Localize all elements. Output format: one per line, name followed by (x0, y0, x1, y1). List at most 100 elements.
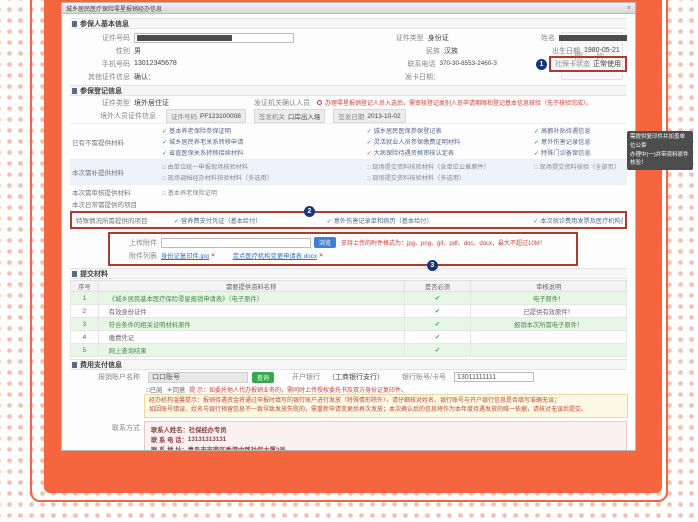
upload-label: 上传附件 (113, 238, 157, 248)
row-number: 2 (71, 305, 99, 318)
audit-note: 电子原件！ (471, 292, 627, 305)
section-header-payment: 费用支付信息 (70, 359, 627, 370)
row-number: 4 (71, 331, 99, 344)
required-checkmark-icon: ✔ (404, 344, 471, 357)
table-row[interactable]: 5 网上查询结果 ✔ (71, 344, 627, 357)
checked-material-item[interactable]: 意外伤害记录信息 (534, 137, 627, 146)
checked-material-item[interactable]: 灵活就业人员参保缴费证明材料 (367, 137, 534, 146)
attachment-link[interactable]: 定点医疗机构变更申请表.docx (233, 251, 317, 260)
contact-line-value: 青岛市市南区香港中路社保大厦2号 (188, 445, 286, 452)
section-icon-register (72, 88, 77, 94)
foreign-cert-label: 境外人员证件信息 (70, 111, 156, 121)
contact-label: 联系方式 (70, 421, 140, 451)
contact-line-label: 联系人姓名： (151, 425, 189, 434)
browse-button[interactable]: 浏览 (314, 237, 336, 248)
checked-material-item[interactable]: 高额补贴待遇信息 (534, 126, 627, 135)
col-required: 是否必须 (404, 281, 471, 292)
window-title: 城乡居民医疗保险零星报销经办信息 (66, 4, 627, 13)
radio-icon[interactable] (317, 100, 322, 105)
agree-note: 提 示：如委托他人代办报销业务的，需同时上传授权委托书及双方身份证复印件。 (189, 385, 407, 394)
foreign-field-label: 证件号码 (171, 111, 197, 121)
card-status-annotated-box: 1 社保卡状态 正常使用 (549, 56, 627, 72)
daily-label: 本次日常需提供的项目 (70, 199, 162, 209)
special-checked-item[interactable]: 营养费支付凭证（基本给付） (174, 216, 327, 225)
unchecked-material-item[interactable]: 现场提交资料核验（全部页） (534, 162, 627, 171)
special-checked-item[interactable]: 意外伤害记录单和病历（基本给付） (327, 216, 534, 225)
agree-checkbox[interactable]: □已阅 (146, 385, 162, 394)
group-audit-materials: 本次需审核提供材料 基本养老保险证明 (70, 184, 627, 199)
foreign-field-label: 签发日期 (338, 111, 364, 121)
card-number-input[interactable]: 13011111111 (454, 372, 534, 382)
checked-material-item[interactable]: 城乡居民医保参保登记表 (367, 126, 534, 135)
section-title-materials: 提交材料 (80, 269, 108, 279)
checked-material-item[interactable]: 基本养老保险参保证明 (162, 126, 367, 135)
checked-material-item[interactable]: 大病保险待遇资格审核认定表 (367, 148, 534, 157)
register-row-type: 证件类型 境外居住证 发证机关确认人员 办理零星报销登记人员入选后，需审核登记类… (70, 96, 627, 109)
checked-material-item[interactable]: 特殊门诊备案信息 (534, 148, 627, 157)
annotation-badge-1: 1 (536, 59, 547, 70)
unchecked-material-item[interactable]: 由单位统一申报现场核验材料 (162, 162, 367, 171)
group-need-label: 本次需补提供材料 (70, 167, 162, 177)
group-need-items: 由单位统一申报现场核验材料现场提交资料核验材料（含单位公章原件）现场提交资料核验… (162, 162, 627, 182)
bank-value: （工商银行支行） (328, 372, 384, 382)
section-icon-materials (72, 271, 77, 277)
contact-line-value: 社保经办专员 (189, 425, 227, 434)
unchecked-material-item[interactable]: 现场调档经办材料核验材料（多选用） (162, 173, 367, 182)
id-number-input[interactable] (134, 33, 294, 43)
checked-material-item[interactable]: 城乡居民养老关系转移申请 (162, 137, 367, 146)
special-checked-item[interactable]: 本次就诊费用发票及医疗机构盖章的有效证明材料 (533, 216, 623, 225)
unchecked-material-item[interactable]: 现场提交资料核验材料（多选用） (367, 173, 534, 182)
section-title-payment: 费用支付信息 (80, 360, 122, 370)
dialog-content: 参保人基本信息 照 片 证件号码 证件类型 身份证 姓名 (62, 14, 635, 451)
close-icon[interactable]: × (627, 5, 631, 12)
mobile-value: 13012345678 (134, 60, 177, 67)
query-button[interactable]: 查询 (252, 372, 274, 383)
group-need-materials: 本次需补提供材料 由单位统一申报现场核验材料现场提交资料核验材料（含单位公章原件… (70, 159, 627, 184)
table-row[interactable]: 3 符合条件的相关证明材料原件 ✔ 报销本次所需电子原件！ (71, 318, 627, 331)
section-header-register: 参保登记信息 (70, 85, 627, 96)
phone-label: 联系电话 (365, 59, 435, 69)
reg-type-value: 境外居住证 (134, 98, 254, 108)
materials-header-row: 序号 需要提供资料名称 是否必须 审核说明 (71, 281, 627, 292)
annotation-badge-3: 3 (427, 260, 438, 271)
birth-value: 1980-05-21 (584, 47, 620, 54)
foreign-field[interactable]: 签发机关 口岸出入境 (254, 109, 326, 123)
foreign-field[interactable]: 证件号码 PF123100008 (166, 109, 246, 123)
contact-line-label: 联 系 地 址： (151, 445, 188, 452)
material-name: 《城乡居民基本医疗保险零星报销申请表》（电子原件） (98, 292, 404, 305)
attachment-list: 身份证复印件.jpg × 定点医疗机构变更申请表.docx × (161, 251, 341, 260)
remove-attachment-icon[interactable]: × (211, 252, 215, 259)
row-number: 5 (71, 344, 99, 357)
remove-attachment-icon[interactable]: × (319, 252, 323, 259)
foreign-cert-fields: 证件号码 PF123100008 签发机关 口岸出入境 签发日期 2013-10… (166, 109, 406, 123)
unchecked-material-item[interactable]: 现场提交资料核验材料（含单位公章原件） (367, 162, 534, 171)
required-checkmark-icon: ✔ (404, 318, 471, 331)
table-row[interactable]: 2 有效身份证件 ✔ 已提供有效原件！ (71, 305, 627, 318)
material-name: 网上查询结果 (98, 344, 404, 357)
upload-file-input[interactable] (161, 238, 311, 248)
contact-block: 联系方式 联系人姓名： 社保经办专员 联 系 电 话： 131313 (70, 421, 627, 451)
cert-info-value: 确认： (134, 72, 155, 82)
bank-label: 开户银行 (292, 372, 320, 382)
table-row[interactable]: 1 《城乡居民基本医疗保险零星报销申请表》（电子原件） ✔ 电子原件！ (71, 292, 627, 305)
floating-tooltip: 需提供复印件并加盖单位公章 办理中(一)并带资料原件核验！ (627, 131, 693, 170)
attachment-link[interactable]: 身份证复印件.jpg (161, 251, 209, 260)
special-label: 特殊情况所需提供的项目 (74, 215, 174, 225)
account-input[interactable]: 口口账号 (148, 372, 248, 383)
section-title-basic: 参保人基本信息 (80, 19, 129, 29)
materials-body: 1 《城乡居民基本医疗保险零星报销申请表》（电子原件） ✔ 电子原件！ 2 有效… (71, 292, 627, 357)
table-row[interactable]: 4 缴费凭证 ✔ (71, 331, 627, 344)
checked-material-item[interactable]: 省直医保关系转移接续材料 (162, 148, 367, 157)
upload-format-hint: 支持上传的附件格式为：jpg、png、gif、pdf、doc、docx，最大不超… (341, 238, 573, 247)
foreign-field-label: 签发机关 (259, 111, 285, 121)
tooltip-line-1: 需提供复印件并加盖单位公章 (630, 133, 690, 151)
unchecked-audit-item[interactable]: 基本养老保险证明 (162, 188, 367, 197)
cert-info-label: 其他证件信息 (70, 72, 130, 82)
id-number-label: 证件号码 (70, 33, 130, 43)
contact-line: 联系人姓名： 社保经办专员 (151, 424, 620, 434)
col-name: 需要提供资料名称 (98, 281, 404, 292)
foreign-field[interactable]: 签发日期 2013-10-02 (333, 109, 405, 123)
contact-lines: 联系人姓名： 社保经办专员 联 系 电 话： 13131313131 联 系 地… (151, 424, 620, 451)
card-number-label: 银行账号/卡号 (402, 372, 446, 382)
tooltip-line-2: 办理中(一)并带资料原件核验！ (630, 151, 690, 169)
